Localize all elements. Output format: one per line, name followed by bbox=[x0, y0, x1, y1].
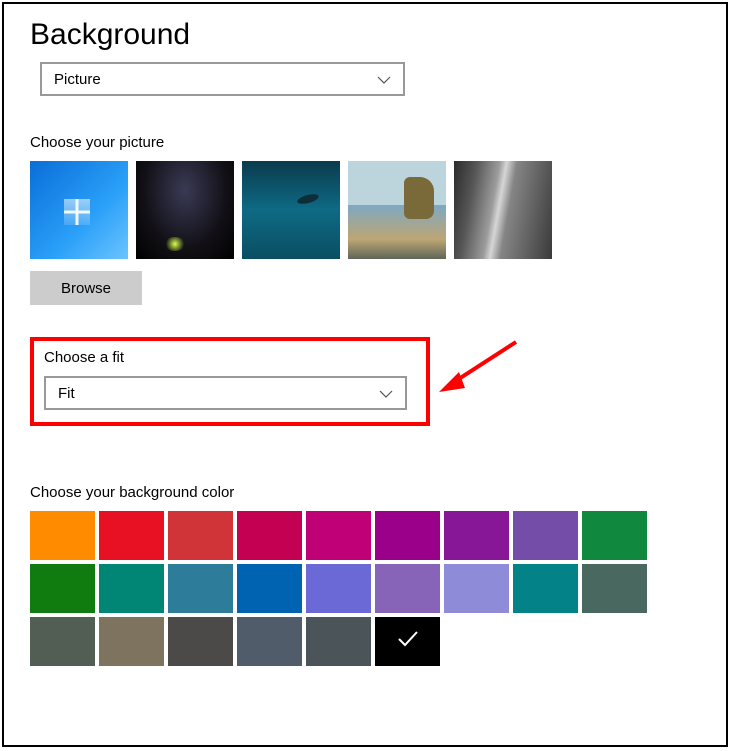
color-swatch[interactable] bbox=[168, 511, 233, 560]
background-type-dropdown[interactable]: Picture bbox=[40, 62, 405, 96]
choose-picture-label: Choose your picture bbox=[30, 134, 700, 151]
color-swatch[interactable] bbox=[444, 564, 509, 613]
color-swatch[interactable] bbox=[30, 564, 95, 613]
color-swatch[interactable] bbox=[237, 617, 302, 666]
page-title: Background bbox=[30, 18, 700, 52]
arrow-annotation-icon bbox=[431, 334, 531, 404]
color-swatch[interactable] bbox=[168, 617, 233, 666]
color-swatch[interactable] bbox=[375, 511, 440, 560]
background-color-grid bbox=[30, 511, 650, 666]
picture-thumb[interactable] bbox=[30, 161, 128, 259]
picture-thumb[interactable] bbox=[136, 161, 234, 259]
picture-thumb[interactable] bbox=[454, 161, 552, 259]
chevron-down-icon bbox=[379, 385, 393, 402]
highlight-annotation: Choose a fit Fit bbox=[30, 337, 430, 426]
color-swatch[interactable] bbox=[168, 564, 233, 613]
fit-dropdown[interactable]: Fit bbox=[44, 376, 407, 410]
choose-fit-label: Choose a fit bbox=[44, 349, 416, 366]
color-swatch[interactable] bbox=[582, 564, 647, 613]
color-swatch[interactable] bbox=[306, 511, 371, 560]
color-swatch[interactable] bbox=[30, 511, 95, 560]
color-swatch[interactable] bbox=[99, 564, 164, 613]
color-swatch[interactable] bbox=[513, 511, 578, 560]
color-swatch[interactable] bbox=[375, 564, 440, 613]
chevron-down-icon bbox=[377, 71, 391, 88]
color-swatch[interactable] bbox=[306, 617, 371, 666]
choose-bgcolor-label: Choose your background color bbox=[30, 484, 700, 501]
checkmark-icon bbox=[397, 630, 419, 654]
browse-button[interactable]: Browse bbox=[30, 271, 142, 305]
background-type-value: Picture bbox=[54, 71, 101, 88]
picture-thumb[interactable] bbox=[242, 161, 340, 259]
color-swatch[interactable] bbox=[99, 511, 164, 560]
color-swatch[interactable] bbox=[99, 617, 164, 666]
color-swatch[interactable] bbox=[237, 511, 302, 560]
fit-value: Fit bbox=[58, 385, 75, 402]
color-swatch[interactable] bbox=[375, 617, 440, 666]
color-swatch[interactable] bbox=[237, 564, 302, 613]
settings-background-panel: Background Picture Choose your picture B… bbox=[2, 2, 728, 747]
color-swatch[interactable] bbox=[306, 564, 371, 613]
color-swatch[interactable] bbox=[513, 564, 578, 613]
picture-thumbnails bbox=[30, 161, 700, 259]
picture-thumb[interactable] bbox=[348, 161, 446, 259]
color-swatch[interactable] bbox=[582, 511, 647, 560]
color-swatch[interactable] bbox=[444, 511, 509, 560]
color-swatch[interactable] bbox=[30, 617, 95, 666]
